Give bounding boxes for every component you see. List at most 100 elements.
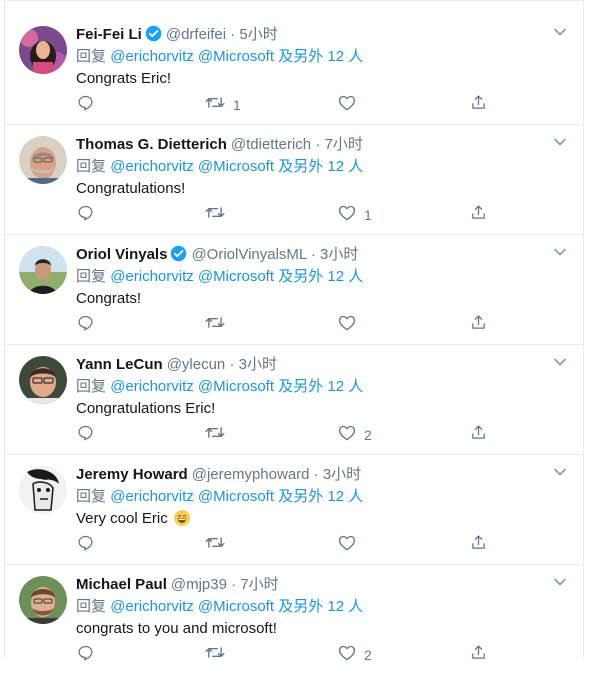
share-icon — [470, 94, 487, 116]
retweet-button[interactable]: 1 — [205, 95, 241, 115]
tweet-card[interactable]: Oriol Vinyals @OriolVinyalsML · 3小时 回复 @e… — [5, 235, 583, 345]
retweet-icon — [205, 314, 225, 336]
share-button[interactable] — [470, 205, 487, 225]
more-recipients-link[interactable]: 及另外 12 人 — [278, 48, 363, 65]
more-recipients-link[interactable]: 及另外 12 人 — [278, 488, 363, 505]
retweet-icon — [205, 644, 225, 666]
tweet-card[interactable]: Thomas G. Dietterich @tdietterich · 7小时 回… — [5, 125, 583, 235]
retweet-button[interactable] — [205, 425, 233, 445]
more-recipients-link[interactable]: 及另外 12 人 — [278, 598, 363, 615]
tweet-text: Congratulations! — [76, 180, 186, 197]
like-button[interactable] — [338, 315, 364, 335]
timestamp[interactable]: · 3小时 — [314, 466, 362, 483]
share-button[interactable] — [470, 315, 487, 335]
avatar[interactable] — [19, 246, 67, 294]
retweet-button[interactable] — [205, 205, 233, 225]
reply-context: 回复 @erichorvitz @Microsoft 及另外 12 人 — [76, 157, 363, 177]
like-button[interactable]: 2 — [338, 425, 372, 445]
mention-link[interactable]: @erichorvitz @Microsoft — [110, 488, 274, 505]
mention-link[interactable]: @erichorvitz @Microsoft — [110, 268, 274, 285]
timestamp[interactable]: · 7小时 — [315, 136, 363, 153]
author-name[interactable]: Yann LeCun — [76, 356, 163, 373]
timestamp[interactable]: · 3小时 — [311, 246, 359, 263]
retweet-icon — [205, 204, 225, 226]
reply-button[interactable] — [77, 425, 94, 445]
reply-prefix: 回复 — [76, 48, 107, 65]
share-button[interactable] — [470, 645, 487, 665]
timestamp[interactable]: · 3小时 — [229, 356, 277, 373]
reply-icon — [77, 94, 94, 116]
reply-context: 回复 @erichorvitz @Microsoft 及另外 12 人 — [76, 377, 363, 397]
retweet-button[interactable] — [205, 645, 233, 665]
tweet-text: Very cool Eric — [76, 509, 190, 529]
tweet-card[interactable]: Fei-Fei Li @drfeifei · 5小时 回复 @erichorvit… — [5, 15, 583, 125]
reply-icon — [77, 644, 94, 666]
author-handle[interactable]: @OriolVinyalsML — [191, 246, 306, 263]
author-name[interactable]: Fei-Fei Li — [76, 26, 142, 43]
chevron-down-icon[interactable] — [553, 575, 567, 594]
reply-button[interactable] — [77, 645, 94, 665]
like-button[interactable] — [338, 535, 364, 555]
avatar[interactable] — [19, 466, 67, 514]
more-recipients-link[interactable]: 及另外 12 人 — [278, 378, 363, 395]
reply-button[interactable] — [77, 315, 94, 335]
like-button[interactable]: 2 — [338, 645, 372, 665]
author-name[interactable]: Jeremy Howard — [76, 466, 188, 483]
chevron-down-icon[interactable] — [553, 25, 567, 44]
retweet-icon — [205, 534, 225, 556]
timestamp[interactable]: · 5小时 — [230, 26, 278, 43]
timestamp[interactable]: · 7小时 — [231, 576, 279, 593]
reply-button[interactable] — [77, 205, 94, 225]
author-handle[interactable]: @mjp39 — [171, 576, 227, 593]
mention-link[interactable]: @erichorvitz @Microsoft — [110, 378, 274, 395]
share-button[interactable] — [470, 535, 487, 555]
share-button[interactable] — [470, 95, 487, 115]
like-button[interactable]: 1 — [338, 205, 372, 225]
retweet-icon — [205, 94, 225, 116]
heart-icon — [338, 644, 356, 666]
chevron-down-icon[interactable] — [553, 135, 567, 154]
reply-button[interactable] — [77, 535, 94, 555]
reply-button[interactable] — [77, 95, 102, 115]
retweet-button[interactable] — [205, 535, 233, 555]
more-recipients-link[interactable]: 及另外 12 人 — [278, 268, 363, 285]
avatar[interactable] — [19, 356, 67, 404]
tweet-text: Congrats Eric! — [76, 70, 172, 87]
author-name[interactable]: Michael Paul — [76, 576, 167, 593]
mention-link[interactable]: @erichorvitz @Microsoft — [110, 48, 274, 65]
retweet-button[interactable] — [205, 315, 233, 335]
chevron-down-icon[interactable] — [553, 245, 567, 264]
like-count: 1 — [364, 207, 372, 223]
author-name[interactable]: Thomas G. Dietterich — [76, 136, 227, 153]
author-handle[interactable]: @drfeifei — [166, 26, 226, 43]
avatar[interactable] — [19, 136, 67, 184]
like-button[interactable] — [338, 95, 364, 115]
avatar[interactable] — [19, 26, 67, 74]
mention-link[interactable]: @erichorvitz @Microsoft — [110, 158, 274, 175]
author-handle[interactable]: @ylecun — [167, 356, 226, 373]
author-handle[interactable]: @jeremyphoward — [192, 466, 310, 483]
heart-icon — [338, 424, 356, 446]
share-icon — [470, 204, 487, 226]
verified-badge-icon — [145, 25, 162, 48]
avatar[interactable] — [19, 576, 67, 624]
tweet-card[interactable]: Yann LeCun @ylecun · 3小时 回复 @erichorvitz … — [5, 345, 583, 455]
tweet-text: Congratulations Eric! — [76, 400, 216, 417]
share-icon — [470, 424, 487, 446]
retweet-icon — [205, 424, 225, 446]
chevron-down-icon[interactable] — [553, 465, 567, 484]
tweet-text: Congrats! — [76, 290, 142, 307]
author-name[interactable]: Oriol Vinyals — [76, 246, 167, 263]
share-button[interactable] — [470, 425, 487, 445]
reply-prefix: 回复 — [76, 378, 107, 395]
mention-link[interactable]: @erichorvitz @Microsoft — [110, 598, 274, 615]
more-recipients-link[interactable]: 及另外 12 人 — [278, 158, 363, 175]
chevron-down-icon[interactable] — [553, 355, 567, 374]
author-handle[interactable]: @tdietterich — [231, 136, 311, 153]
reply-prefix: 回复 — [76, 158, 107, 175]
reply-thread: Fei-Fei Li @drfeifei · 5小时 回复 @erichorvit… — [4, 0, 584, 663]
reply-context: 回复 @erichorvitz @Microsoft 及另外 12 人 — [76, 487, 363, 507]
retweet-count: 1 — [233, 97, 241, 113]
tweet-card[interactable]: Jeremy Howard @jeremyphoward · 3小时 回复 @er… — [5, 455, 583, 565]
like-count: 2 — [364, 427, 372, 443]
